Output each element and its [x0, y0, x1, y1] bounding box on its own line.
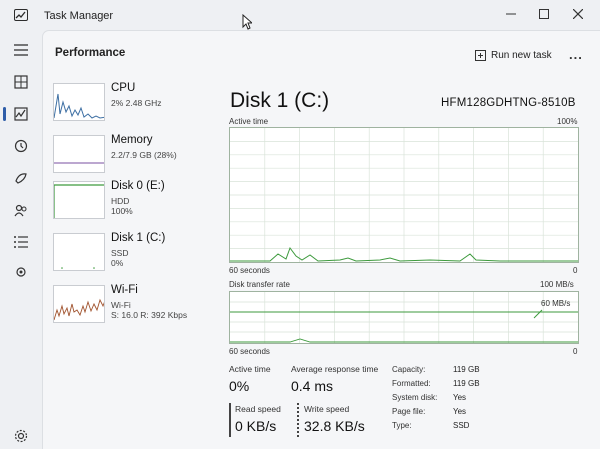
app-history-icon	[14, 139, 28, 153]
disk0-thumbnail-graph	[53, 181, 105, 219]
active-time-min-label: 0	[573, 266, 578, 275]
resource-name: Disk 1 (C:)	[111, 232, 166, 244]
formatted-label: Formatted:	[392, 379, 431, 388]
resource-detail: SSD	[111, 248, 129, 258]
nav-users[interactable]	[11, 200, 31, 220]
read-speed-indicator	[229, 403, 231, 437]
services-icon	[16, 267, 26, 277]
system-disk-value: Yes	[453, 393, 467, 402]
page-file-value: Yes	[453, 407, 467, 416]
details-icon	[14, 236, 28, 248]
nav-startup-apps[interactable]	[11, 168, 31, 188]
active-time-stat-label: Active time	[229, 364, 271, 374]
performance-icon	[14, 107, 28, 121]
disk-model: HFM128GDHTNG-8510B	[441, 97, 576, 109]
resource-detail: S: 16.0 R: 392 Kbps	[111, 310, 188, 320]
resource-item-disk0[interactable]: Disk 0 (E:) HDD 100%	[49, 177, 219, 227]
resource-name: Disk 0 (E:)	[111, 180, 165, 192]
task-manager-app-icon	[14, 9, 28, 21]
system-disk-label: System disk:	[392, 393, 438, 402]
resource-detail: 100%	[111, 206, 133, 216]
type-label: Type:	[392, 421, 412, 430]
resource-name: CPU	[111, 82, 136, 94]
disk1-thumbnail-graph	[53, 233, 105, 271]
run-task-icon	[475, 50, 486, 61]
nav-settings[interactable]	[11, 426, 31, 446]
resource-detail: Wi-Fi	[111, 300, 131, 310]
more-options-button[interactable]: ...	[569, 47, 583, 62]
write-speed-indicator	[297, 403, 299, 437]
page-title: Performance	[55, 47, 126, 59]
transfer-rate-min-label: 0	[573, 347, 578, 356]
nav-services[interactable]	[11, 262, 31, 282]
minimize-button[interactable]	[500, 6, 522, 24]
write-speed-label: Write speed	[304, 404, 350, 414]
capacity-value: 119 GB	[453, 365, 480, 374]
title-bar: Task Manager	[0, 0, 600, 30]
startup-apps-icon	[15, 173, 27, 184]
nav-performance[interactable]	[3, 104, 31, 124]
avg-response-stat-label: Average response time	[291, 364, 379, 374]
transfer-rate-marker-label: 60 MB/s	[541, 299, 571, 308]
settings-icon	[14, 429, 28, 443]
window-title: Task Manager	[44, 10, 114, 22]
resource-detail: HDD	[111, 196, 130, 206]
transfer-rate-max-label: 100 MB/s	[540, 280, 574, 289]
nav-processes[interactable]	[11, 72, 31, 92]
resource-item-memory[interactable]: Memory 2.2/7.9 GB (28%)	[49, 131, 219, 181]
resource-item-wifi[interactable]: Wi-Fi Wi-Fi S: 16.0 R: 392 Kbps	[49, 281, 219, 331]
processes-icon	[14, 75, 28, 89]
resource-detail: 2.2/7.9 GB (28%)	[111, 150, 177, 160]
formatted-value: 119 GB	[453, 379, 480, 388]
users-icon	[14, 204, 27, 217]
menu-button[interactable]	[11, 40, 31, 60]
write-speed-value: 32.8 KB/s	[304, 418, 365, 434]
performance-panel: Performance Run new task ... CPU 2% 2.48…	[42, 30, 600, 449]
resource-detail: 2% 2.48 GHz	[111, 98, 162, 108]
memory-thumbnail-graph	[53, 135, 105, 173]
minimize-icon	[506, 13, 516, 15]
transfer-rate-graph	[229, 291, 579, 344]
run-new-task-label: Run new task	[491, 50, 552, 61]
resource-item-disk1[interactable]: Disk 1 (C:) SSD 0%	[49, 229, 219, 279]
read-speed-label: Read speed	[235, 404, 281, 414]
read-speed-value: 0 KB/s	[235, 418, 277, 434]
menu-icon	[14, 44, 28, 56]
capacity-label: Capacity:	[392, 365, 426, 374]
transfer-rate-span-label: 60 seconds	[229, 347, 270, 356]
detail-title: Disk 1 (C:)	[230, 89, 330, 112]
nav-details[interactable]	[11, 232, 31, 252]
mouse-cursor-icon	[242, 14, 252, 30]
resource-name: Memory	[111, 134, 153, 146]
resource-detail: 0%	[111, 258, 124, 268]
wifi-thumbnail-graph	[53, 285, 105, 323]
transfer-rate-graph-label: Disk transfer rate	[229, 280, 290, 289]
close-button[interactable]	[567, 6, 589, 24]
resource-name: Wi-Fi	[111, 284, 138, 296]
active-time-graph	[229, 127, 579, 263]
nav-app-history[interactable]	[11, 136, 31, 156]
type-value: SSD	[453, 421, 470, 430]
active-time-stat-value: 0%	[229, 378, 250, 394]
active-time-graph-label: Active time	[229, 117, 269, 126]
maximize-icon	[539, 9, 549, 19]
close-icon	[572, 8, 584, 20]
page-file-label: Page file:	[392, 407, 426, 416]
resource-item-cpu[interactable]: CPU 2% 2.48 GHz	[49, 79, 219, 129]
run-new-task-button[interactable]: Run new task	[475, 50, 552, 61]
avg-response-stat-value: 0.4 ms	[291, 378, 334, 394]
maximize-button[interactable]	[533, 6, 555, 24]
active-time-max-label: 100%	[557, 117, 578, 126]
navigation-rail	[0, 30, 42, 449]
cpu-thumbnail-graph	[53, 83, 105, 121]
active-time-span-label: 60 seconds	[229, 266, 270, 275]
